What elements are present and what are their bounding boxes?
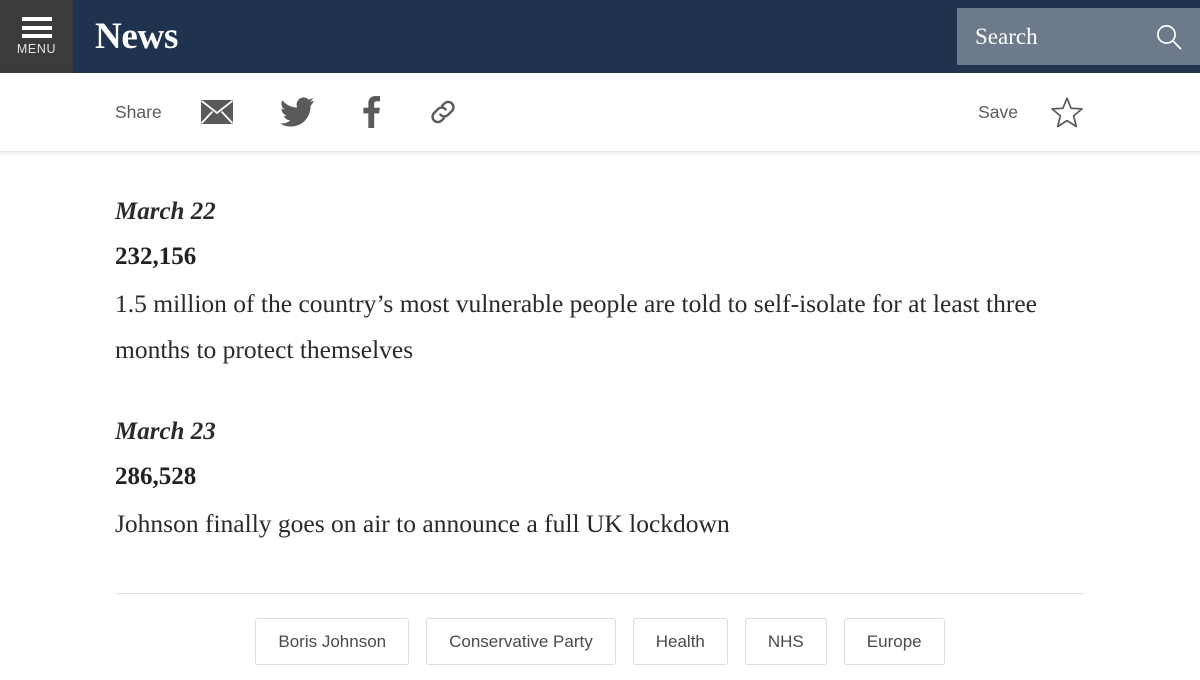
- share-label: Share: [115, 101, 162, 122]
- save-group: Save: [978, 96, 1084, 129]
- entry-text: 1.5 million of the country’s most vulner…: [115, 289, 1037, 364]
- save-label[interactable]: Save: [978, 102, 1018, 123]
- entry-date: March 23: [115, 418, 216, 445]
- share-icon-list: [200, 96, 458, 128]
- star-icon[interactable]: [1050, 96, 1084, 129]
- tag-item[interactable]: Europe: [843, 617, 945, 666]
- share-group: Share: [0, 96, 458, 128]
- tag-item[interactable]: Conservative Party: [426, 617, 616, 666]
- entry-date: March 22: [115, 198, 216, 225]
- facebook-icon[interactable]: [360, 96, 382, 128]
- tag-item[interactable]: NHS: [744, 617, 827, 666]
- entry-number: 232,156: [115, 243, 197, 271]
- tag-item[interactable]: Boris Johnson: [255, 617, 410, 666]
- timeline-entry: March 23 286,528 Johnson finally goes on…: [115, 372, 1085, 547]
- hamburger-icon: [21, 17, 52, 38]
- site-logo[interactable]: News: [95, 18, 178, 55]
- email-icon[interactable]: [200, 99, 234, 125]
- brand: News: [73, 0, 178, 73]
- timeline-entry: March 22 232,156 1.5 million of the coun…: [115, 152, 1085, 372]
- entry-number: 286,528: [115, 463, 197, 491]
- twitter-icon[interactable]: [279, 97, 314, 127]
- menu-button-label: MENU: [16, 42, 57, 56]
- menu-button[interactable]: MENU: [0, 0, 73, 73]
- site-header: MENU News Search: [0, 0, 1200, 73]
- search-icon[interactable]: [1154, 22, 1184, 52]
- link-icon[interactable]: [428, 97, 458, 127]
- search-input[interactable]: Search: [957, 8, 1200, 65]
- share-bar: Share Save: [0, 73, 1200, 152]
- entry-text: Johnson finally goes on air to announce …: [115, 509, 730, 539]
- article-body: March 22 232,156 1.5 million of the coun…: [0, 152, 1200, 666]
- tag-item[interactable]: Health: [632, 617, 728, 666]
- tag-list: Boris Johnson Conservative Party Health …: [115, 594, 1085, 666]
- search-placeholder: Search: [975, 24, 1038, 49]
